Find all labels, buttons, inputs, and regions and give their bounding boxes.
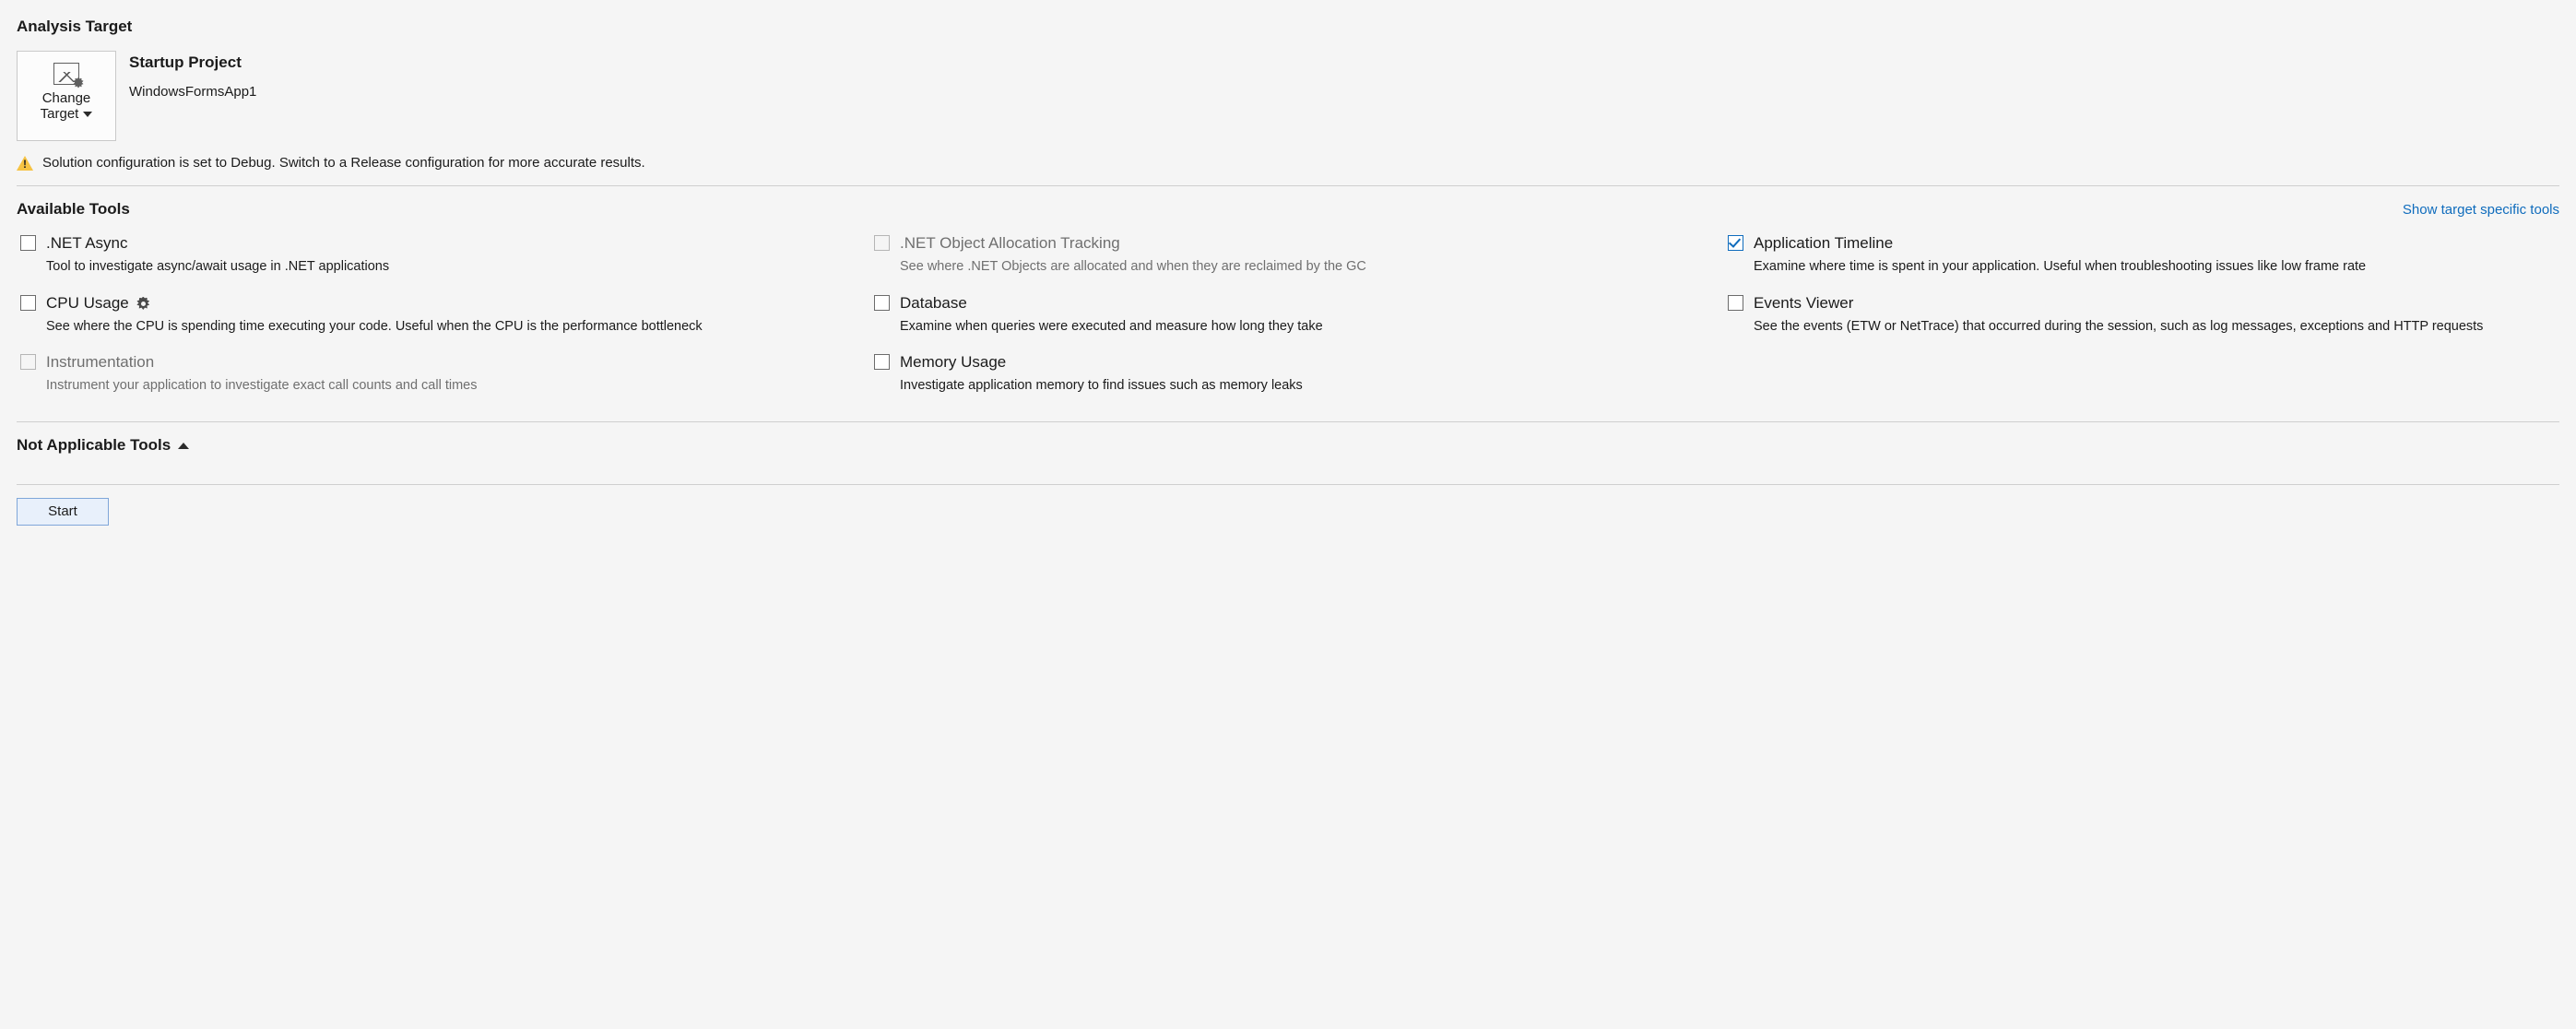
tool-memory-usage-checkbox[interactable] (874, 354, 890, 370)
gear-icon[interactable] (136, 297, 150, 311)
separator (17, 185, 2559, 186)
change-target-line1: Change (42, 90, 91, 106)
change-target-line2: Target (41, 106, 79, 122)
tool-memory-usage-label: Memory Usage (900, 352, 1006, 373)
tool-net-async: .NET Async Tool to investigate async/awa… (17, 233, 852, 277)
tools-grid: .NET Async Tool to investigate async/awa… (17, 233, 2559, 396)
tool-net-async-label: .NET Async (46, 233, 128, 254)
section-title-not-applicable: Not Applicable Tools (17, 435, 171, 456)
tool-events-viewer-label: Events Viewer (1754, 293, 1853, 314)
tool-events-viewer: Events Viewer See the events (ETW or Net… (1724, 293, 2559, 337)
analysis-target-row: Change Target Startup Project WindowsFor… (17, 51, 2559, 141)
tool-events-viewer-checkbox[interactable] (1728, 295, 1743, 311)
tool-net-async-checkbox[interactable] (20, 235, 36, 251)
target-image-icon (53, 63, 79, 85)
tool-database-checkbox[interactable] (874, 295, 890, 311)
tool-database-desc: Examine when queries were executed and m… (900, 318, 1706, 337)
show-target-specific-tools-link[interactable]: Show target specific tools (2403, 201, 2559, 219)
tool-memory-usage: Memory Usage Investigate application mem… (870, 352, 1706, 396)
section-title-analysis-target: Analysis Target (17, 17, 2559, 38)
tool-database-label: Database (900, 293, 967, 314)
tool-events-viewer-desc: See the events (ETW or NetTrace) that oc… (1754, 318, 2559, 337)
tool-app-timeline-label: Application Timeline (1754, 233, 1893, 254)
tool-cpu-usage-desc: See where the CPU is spending time execu… (46, 318, 852, 337)
tool-app-timeline-checkbox[interactable] (1728, 235, 1743, 251)
not-applicable-tools-toggle[interactable]: Not Applicable Tools (17, 435, 2559, 456)
tool-database: Database Examine when queries were execu… (870, 293, 1706, 337)
blank-area (17, 526, 2559, 968)
tool-cpu-usage-label: CPU Usage (46, 293, 129, 314)
change-target-button[interactable]: Change Target (17, 51, 116, 141)
tool-instrumentation: Instrumentation Instrument your applicat… (17, 352, 852, 396)
warning-icon (17, 156, 33, 171)
tool-net-async-desc: Tool to investigate async/await usage in… (46, 258, 852, 277)
tool-app-timeline-desc: Examine where time is spent in your appl… (1754, 258, 2559, 277)
config-warning: Solution configuration is set to Debug. … (17, 150, 2559, 178)
tool-net-obj-alloc-label: .NET Object Allocation Tracking (900, 233, 1120, 254)
tool-net-obj-alloc-checkbox (874, 235, 890, 251)
tool-instrumentation-checkbox (20, 354, 36, 370)
start-button[interactable]: Start (17, 498, 109, 526)
tool-instrumentation-desc: Instrument your application to investiga… (46, 377, 852, 396)
tool-memory-usage-desc: Investigate application memory to find i… (900, 377, 1706, 396)
separator (17, 484, 2559, 485)
tool-net-obj-alloc-desc: See where .NET Objects are allocated and… (900, 258, 1706, 277)
tool-app-timeline: Application Timeline Examine where time … (1724, 233, 2559, 277)
chevron-up-icon (178, 443, 189, 449)
separator (17, 421, 2559, 422)
tool-cpu-usage-checkbox[interactable] (20, 295, 36, 311)
chevron-down-icon (83, 112, 92, 117)
tool-cpu-usage: CPU Usage See where the CPU is spending … (17, 293, 852, 337)
tool-instrumentation-label: Instrumentation (46, 352, 154, 373)
target-name: WindowsFormsApp1 (129, 83, 256, 101)
section-title-available-tools: Available Tools (17, 199, 130, 220)
target-title: Startup Project (129, 53, 256, 74)
config-warning-text: Solution configuration is set to Debug. … (42, 154, 645, 172)
tool-net-obj-alloc: .NET Object Allocation Tracking See wher… (870, 233, 1706, 277)
